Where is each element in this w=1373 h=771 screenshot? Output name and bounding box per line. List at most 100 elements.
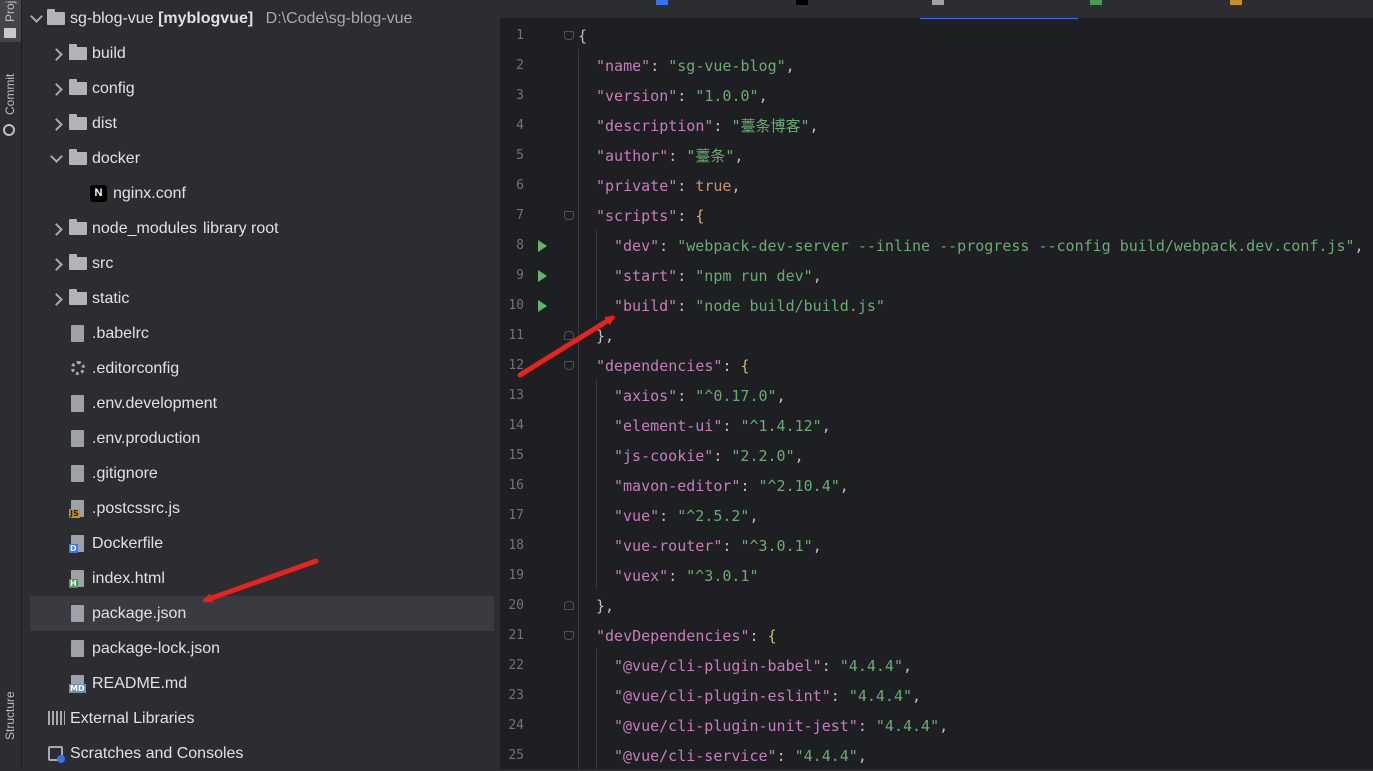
editor-tab[interactable] [790, 0, 910, 18]
tree-root[interactable]: sg-blog-vue [myblogvue] D:\Code\sg-blog-… [22, 1, 494, 36]
tree-item-package-json[interactable]: package.json [30, 596, 494, 631]
folder-icon [69, 149, 87, 165]
chevron-right-icon[interactable] [50, 83, 63, 96]
chevron-right-icon[interactable] [50, 118, 63, 131]
folder-icon [69, 289, 87, 305]
trailing-comma: , [1354, 237, 1364, 255]
code-text: "@vue/cli-plugin-eslint": "4.4.4", [614, 687, 922, 705]
tree-item-label: README.md [92, 675, 188, 692]
tree-item-index-html[interactable]: Hindex.html [22, 561, 494, 596]
tree-item-editorconfig[interactable]: .editorconfig [22, 351, 494, 386]
json-key: "@vue/cli-plugin-unit-jest" [614, 717, 858, 735]
file-type-badge: H [69, 579, 78, 588]
brace: { [578, 27, 588, 45]
tree-item-nginx-conf[interactable]: Nnginx.conf [22, 176, 494, 211]
chevron-right-icon[interactable] [50, 223, 63, 236]
code-text: "author": "薹条", [596, 147, 744, 165]
line-number: 10 [508, 298, 524, 313]
code-text: "private": true, [596, 177, 741, 195]
trailing-comma: , [794, 447, 804, 465]
chevron-right-icon[interactable] [50, 48, 63, 61]
fold-marker-icon[interactable] [564, 331, 574, 340]
tree-item-node-modules[interactable]: node_modules library root [22, 211, 494, 246]
chevron-right-icon[interactable] [50, 293, 63, 306]
code-editor[interactable]: 1{2 "name": "sg-vue-blog", 3 "version": "1.… [500, 19, 1373, 769]
tool-window-strip: Project Commit Structure [0, 0, 22, 769]
folder-icon [69, 79, 87, 95]
line-number: 9 [516, 268, 524, 283]
chevron-right-icon[interactable] [50, 258, 63, 271]
run-script-icon[interactable] [538, 270, 547, 282]
folder-icon [47, 9, 65, 25]
file-type-badge: D [69, 544, 78, 553]
fold-marker-icon[interactable] [564, 601, 574, 610]
json-file-icon [71, 605, 84, 622]
json-string-value: "webpack-dev-server --inline --progress … [677, 237, 1355, 255]
code-text: "scripts": { [596, 207, 705, 225]
tree-item-postcssrc-js[interactable]: JS .postcssrc.js [22, 491, 494, 526]
nginx-icon: N [90, 185, 107, 202]
ignore-file-icon [71, 465, 84, 482]
tree-item-docker[interactable]: docker [22, 141, 494, 176]
line-number: 13 [508, 388, 524, 403]
chevron-down-icon[interactable] [50, 150, 63, 163]
tree-item-src[interactable]: src [22, 246, 494, 281]
editor-tab[interactable] [650, 0, 760, 18]
fold-marker-icon[interactable] [564, 361, 574, 370]
root-path: D:\Code\sg-blog-vue [265, 10, 413, 27]
code-line: 24 "@vue/cli-plugin-unit-jest": "4.4.4", [500, 711, 1373, 741]
file-type-badge: JS [69, 509, 80, 518]
commit-tool-button[interactable]: Commit [0, 60, 21, 140]
editor-tab[interactable] [1230, 0, 1350, 18]
external-libraries-label: External Libraries [70, 710, 195, 727]
tree-item-package-lock-json[interactable]: package-lock.json [22, 631, 494, 666]
tree-item-env-development[interactable]: .env.development [22, 386, 494, 421]
tree-item-dockerfile[interactable]: D Dockerfile [22, 526, 494, 561]
json-key: "scripts" [596, 207, 678, 225]
chevron-down-icon[interactable] [30, 10, 43, 23]
code-text: "mavon-editor": "^2.10.4", [614, 477, 849, 495]
tree-item-label: static [92, 290, 130, 307]
json-string-value: "1.0.0" [695, 87, 759, 105]
code-line: 15 "js-cookie": "2.2.0", [500, 441, 1373, 471]
json-key: "vue" [614, 507, 660, 525]
json-string-value: "node build/build.js" [695, 297, 885, 315]
fold-marker-icon[interactable] [564, 631, 574, 640]
tree-item-babelrc[interactable]: .babelrc [22, 316, 494, 351]
tree-item-label: .postcssrc.js [92, 500, 181, 517]
trailing-comma: , [821, 417, 831, 435]
trailing-comma: , [758, 87, 768, 105]
fold-marker-icon[interactable] [564, 211, 574, 220]
tree-item-readme-md[interactable]: MD README.md [22, 666, 494, 701]
folder-icon [69, 114, 87, 130]
line-number: 18 [508, 538, 524, 553]
tree-item-config[interactable]: config [22, 71, 494, 106]
code-line: 10 "build": "node build/build.js" [500, 291, 1373, 321]
external-libraries[interactable]: External Libraries [22, 701, 494, 736]
scratches-label: Scratches and Consoles [70, 745, 244, 762]
scratches-and-consoles[interactable]: Scratches and Consoles [22, 736, 494, 771]
line-number: 23 [508, 688, 524, 703]
root-module: [myblogvue] [158, 10, 254, 27]
code-text: "vue": "^2.5.2", [614, 507, 759, 525]
tree-item-dist[interactable]: dist [22, 106, 494, 141]
json-string-value: "^3.0.1" [740, 537, 813, 555]
editor-tab-active[interactable] [920, 0, 1078, 20]
tree-item-static[interactable]: static [22, 281, 494, 316]
project-tool-button[interactable]: Project [0, 0, 21, 42]
line-number: 24 [508, 718, 524, 733]
json-key: "author" [596, 147, 669, 165]
line-number: 15 [508, 448, 524, 463]
run-script-icon[interactable] [538, 300, 547, 312]
code-text: "version": "1.0.0", [596, 87, 768, 105]
structure-tool-button[interactable]: Structure [0, 680, 21, 769]
tree-item-label: package-lock.json [92, 640, 221, 657]
tree-item-env-production[interactable]: .env.production [22, 421, 494, 456]
run-script-icon[interactable] [538, 240, 547, 252]
editor-tab[interactable] [1090, 0, 1210, 18]
line-number: 4 [516, 118, 524, 133]
fold-marker-icon[interactable] [564, 31, 574, 40]
tree-item-gitignore[interactable]: .gitignore [22, 456, 494, 491]
tree-item-build[interactable]: build [22, 36, 494, 71]
trailing-comma: , [785, 57, 795, 75]
